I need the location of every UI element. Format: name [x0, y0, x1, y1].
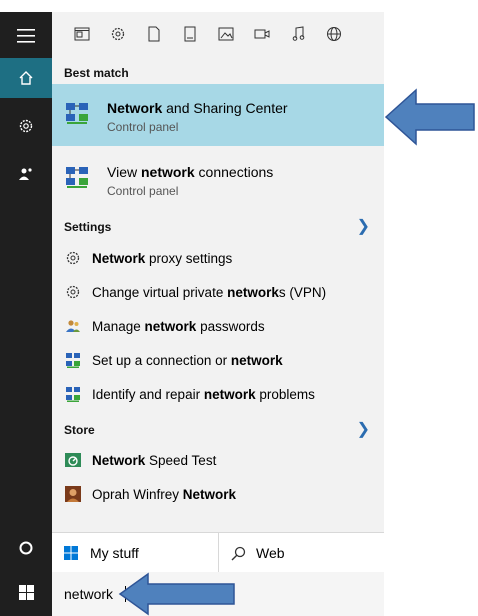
gear-icon [62, 247, 84, 269]
my-stuff-tab[interactable]: My stuff [52, 533, 218, 573]
web-tab[interactable]: Web [218, 533, 385, 573]
settings-chevron-icon[interactable]: ❯ [357, 216, 370, 236]
second-result-title: View network connections [107, 164, 274, 180]
gear-icon [62, 281, 84, 303]
view-network-connections-result[interactable]: View network connections Control panel [52, 152, 384, 210]
app-icon[interactable] [64, 16, 100, 52]
search-scope-tabs: My stuff Web [52, 532, 384, 573]
hamburger-icon[interactable] [0, 16, 52, 56]
web-label: Web [256, 545, 285, 561]
users-icon [62, 315, 84, 337]
search-results-panel: Best match Network and Sharing Center Co… [52, 12, 384, 616]
best-match-title: Network and Sharing Center [107, 100, 288, 116]
store-item-label: Network Speed Test [92, 452, 217, 468]
oprah-icon [62, 483, 84, 505]
settings-item[interactable]: Change virtual private networks (VPN) [52, 277, 384, 307]
settings-header: Settings [64, 220, 112, 234]
settings-item-label: Change virtual private networks (VPN) [92, 284, 327, 300]
settings-icon[interactable] [0, 106, 52, 146]
filter-toolbar [52, 12, 384, 56]
cortana-icon[interactable] [0, 528, 52, 568]
photo-icon[interactable] [208, 16, 244, 52]
people-icon[interactable] [0, 154, 52, 194]
best-match-subtitle: Control panel [107, 120, 179, 134]
settings-item-label: Identify and repair network problems [92, 386, 315, 402]
left-rail [0, 12, 52, 616]
settings-item[interactable]: Manage network passwords [52, 311, 384, 341]
store-item[interactable]: Network Speed Test [52, 445, 384, 475]
folder-icon[interactable] [172, 16, 208, 52]
speedtest-icon [62, 449, 84, 471]
settings-item-label: Manage network passwords [92, 318, 265, 334]
windows-logo-icon [64, 546, 78, 560]
video-icon[interactable] [244, 16, 280, 52]
callout-arrow-search-box [118, 572, 235, 616]
best-match-result[interactable]: Network and Sharing Center Control panel [52, 84, 384, 146]
network-icon [62, 349, 84, 371]
settings-item[interactable]: Set up a connection or network [52, 345, 384, 375]
home-icon[interactable] [0, 58, 52, 98]
store-item-label: Oprah Winfrey Network [92, 486, 237, 502]
second-result-subtitle: Control panel [107, 184, 179, 198]
settings-item-label: Set up a connection or network [92, 352, 283, 368]
settings-item[interactable]: Identify and repair network problems [52, 379, 384, 409]
settings-item-label: Network proxy settings [92, 250, 233, 266]
search-input-value: network [64, 586, 114, 602]
store-header: Store [64, 423, 95, 437]
search-icon [231, 546, 246, 561]
settings-filter-icon[interactable] [100, 16, 136, 52]
best-match-header: Best match [64, 66, 129, 80]
windows-icon[interactable] [0, 572, 52, 612]
web-icon[interactable] [316, 16, 352, 52]
music-icon[interactable] [280, 16, 316, 52]
store-item[interactable]: Oprah Winfrey Network [52, 479, 384, 509]
callout-arrow-best-match [384, 88, 475, 146]
network-icon [62, 383, 84, 405]
network-connections-icon [64, 164, 90, 195]
store-chevron-icon[interactable]: ❯ [357, 419, 370, 439]
settings-item[interactable]: Network proxy settings [52, 243, 384, 273]
my-stuff-label: My stuff [90, 545, 139, 561]
network-sharing-icon [64, 100, 90, 131]
document-icon[interactable] [136, 16, 172, 52]
